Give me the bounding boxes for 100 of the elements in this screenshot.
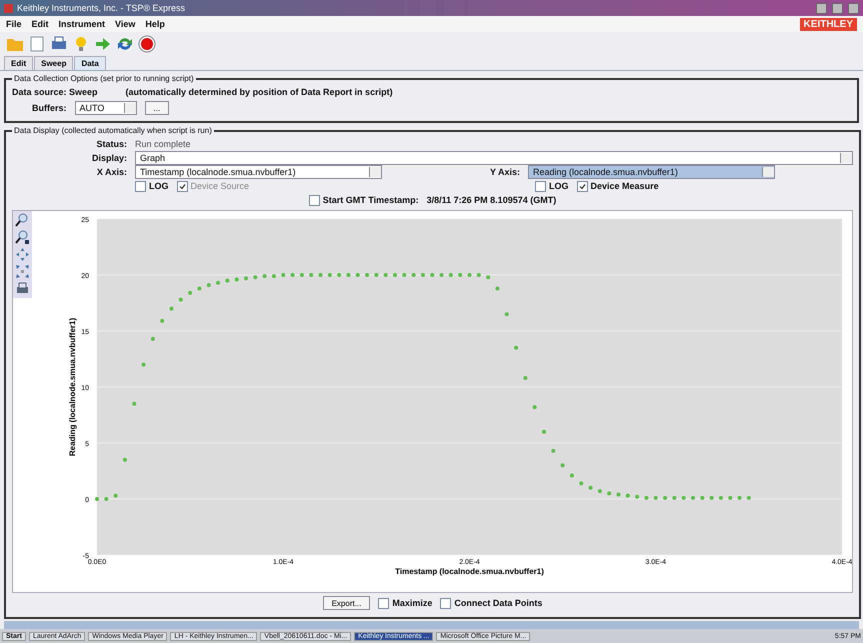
- checkbox[interactable]: LOG: [135, 180, 168, 192]
- browse-button[interactable]: ...: [144, 101, 170, 115]
- source-note: (automatically determined by position of Data Report in script): [126, 87, 393, 97]
- data-point: [365, 273, 370, 277]
- data-point: [532, 405, 537, 410]
- data-point: [560, 463, 565, 468]
- data-point: [290, 273, 295, 277]
- data-point: [197, 286, 202, 290]
- data-point: [104, 497, 108, 501]
- data-point: [122, 458, 127, 462]
- tab[interactable]: Data: [74, 56, 106, 70]
- data-point: [607, 491, 612, 496]
- logo: KEITHLEY: [800, 18, 857, 30]
- data-point: [262, 274, 267, 278]
- app-icon: [4, 4, 13, 12]
- export-button[interactable]: Export...: [322, 596, 370, 610]
- data-point: [384, 273, 388, 277]
- data-point: [374, 273, 378, 277]
- data-point: [598, 489, 602, 494]
- data-point: [160, 318, 164, 323]
- move-icon[interactable]: [15, 247, 30, 262]
- data-point: [328, 273, 332, 277]
- data-point: [523, 376, 528, 380]
- data-point: [728, 496, 732, 500]
- tab[interactable]: Edit: [4, 56, 34, 70]
- data-point: [514, 346, 518, 350]
- data-point: [746, 496, 751, 500]
- data-point: [300, 273, 304, 277]
- checkbox[interactable]: LOG: [535, 180, 569, 192]
- data-point: [570, 473, 574, 478]
- menu-item[interactable]: File: [6, 19, 22, 29]
- menu-item[interactable]: Edit: [32, 19, 49, 29]
- zoom-out-icon[interactable]: [15, 230, 30, 245]
- arrow-icon[interactable]: [94, 35, 112, 53]
- data-point: [682, 496, 686, 500]
- data-point: [132, 402, 136, 406]
- buffers-label: Buffers:: [32, 103, 67, 113]
- axis-dropdown[interactable]: Reading (localnode.smua.nvbuffer1): [528, 165, 775, 179]
- data-point: [654, 496, 658, 500]
- menu-item[interactable]: Instrument: [58, 19, 106, 29]
- data-point: [691, 496, 695, 500]
- data-point: [635, 494, 640, 499]
- data-point: [150, 336, 155, 341]
- data-point: [644, 496, 648, 500]
- data-point: [430, 273, 434, 277]
- data-point: [95, 497, 99, 501]
- status-text: Run complete: [135, 139, 191, 149]
- expand-icon[interactable]: [15, 264, 30, 279]
- data-point: [616, 492, 620, 497]
- menu-item[interactable]: Help: [145, 19, 165, 29]
- x-axis-title: Timestamp (localnode.smua.nvbuffer1): [395, 567, 544, 576]
- checkbox[interactable]: Start GMT Timestamp:: [308, 194, 419, 206]
- printer-icon[interactable]: [15, 281, 30, 296]
- menu-item[interactable]: View: [115, 19, 136, 29]
- axis-label: Y Axis:: [488, 167, 520, 177]
- close-button[interactable]: [848, 2, 859, 14]
- data-point: [170, 306, 174, 311]
- zoom-in-icon[interactable]: [15, 213, 30, 228]
- buffers-dropdown[interactable]: AUTO: [74, 101, 137, 115]
- data-point: [234, 277, 239, 282]
- document-icon[interactable]: [28, 35, 46, 53]
- data-point: [542, 430, 546, 434]
- data-point: [114, 494, 118, 498]
- tab[interactable]: Sweep: [34, 56, 74, 70]
- axis-label: X Axis:: [96, 167, 127, 177]
- data-point: [337, 273, 342, 277]
- axis-dropdown[interactable]: Timestamp (localnode.smua.nvbuffer1): [135, 165, 382, 179]
- data-point: [738, 496, 742, 500]
- data-point: [309, 273, 314, 277]
- checkbox[interactable]: Maximize: [378, 598, 432, 608]
- display-dropdown[interactable]: Graph: [135, 151, 853, 165]
- data-point: [486, 275, 490, 280]
- data-point: [672, 496, 676, 500]
- data-point: [272, 274, 276, 278]
- data-point: [700, 496, 704, 500]
- data-point: [142, 362, 146, 367]
- data-point: [551, 448, 556, 453]
- data-point: [393, 273, 397, 277]
- checkmark-icon: [578, 182, 586, 190]
- data-point: [626, 494, 630, 498]
- checkbox[interactable]: Connect Data Points: [440, 598, 542, 608]
- data-point: [420, 273, 425, 277]
- group-title: Data Collection Options (set prior to running script): [13, 74, 195, 83]
- minimize-button[interactable]: [816, 2, 827, 14]
- group-title: Data Display (collected automatically when script is run): [13, 126, 213, 135]
- data-point: [225, 278, 230, 283]
- data-point: [281, 273, 286, 277]
- maximize-button[interactable]: [832, 2, 843, 14]
- window-title: Keithley Instruments, Inc. - TSP® Express: [17, 3, 186, 13]
- display-label: Display:: [90, 153, 127, 163]
- data-point: [710, 496, 714, 500]
- data-point: [188, 290, 192, 295]
- data-point: [346, 273, 350, 277]
- data-point: [718, 496, 723, 500]
- data-point: [440, 273, 444, 277]
- record-icon[interactable]: [138, 35, 156, 53]
- checkbox[interactable]: Device Measure: [576, 180, 659, 192]
- data-point: [588, 486, 593, 490]
- status-label: Status:: [95, 139, 127, 149]
- data-point: [216, 280, 220, 285]
